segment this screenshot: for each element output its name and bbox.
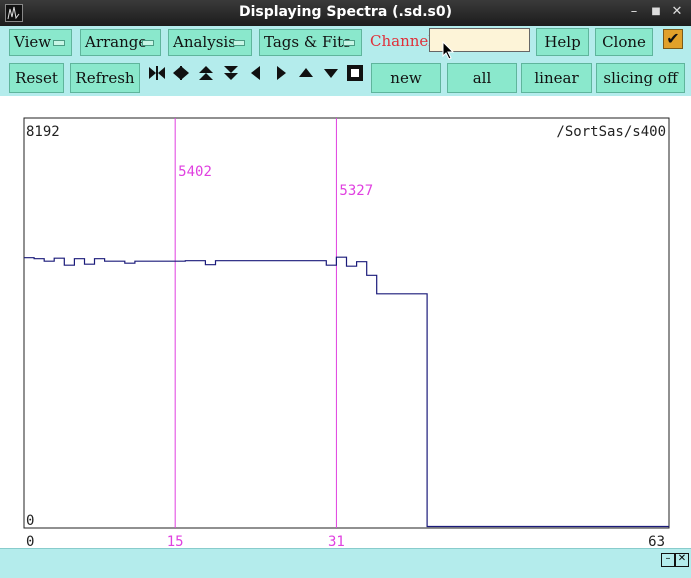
channel-label: Channel:: [370, 32, 439, 50]
maximize-icon[interactable]: ■: [648, 4, 664, 20]
menu-indicator-icon: [53, 40, 65, 46]
shift-down-icon[interactable]: [321, 63, 341, 83]
menu-arrange-label: Arrange: [85, 33, 148, 51]
spectrum-plot[interactable]: 8192 0 /SortSas/s400 5402 5327 0 15 31 63: [0, 96, 691, 550]
clone-button[interactable]: Clone: [595, 28, 653, 56]
plot-area[interactable]: 8192 0 /SortSas/s400 5402 5327 0 15 31 63: [0, 96, 691, 550]
spectrum-name: /SortSas/s400: [556, 124, 666, 140]
x-tick-label: 0: [26, 534, 34, 548]
full-view-icon[interactable]: [345, 63, 365, 83]
compress-horizontal-icon[interactable]: [171, 63, 191, 83]
close-icon[interactable]: ✕: [669, 4, 685, 20]
expand-vertical-icon[interactable]: [196, 63, 216, 83]
close-panel-icon[interactable]: ✕: [675, 553, 689, 567]
status-bar: [0, 548, 691, 578]
x-tick-label: 63: [648, 534, 665, 548]
compress-vertical-icon[interactable]: [221, 63, 241, 83]
reset-button[interactable]: Reset: [9, 63, 64, 93]
help-button[interactable]: Help: [536, 28, 589, 56]
shift-left-icon[interactable]: [246, 63, 266, 83]
minimize-panel-icon[interactable]: –: [661, 553, 675, 567]
menu-tags-fits-label: Tags & Fits: [264, 33, 351, 51]
menu-indicator-icon: [142, 40, 154, 46]
x-tick-label: 15: [167, 534, 184, 548]
new-button[interactable]: new: [371, 63, 441, 93]
menu-indicator-icon: [343, 40, 355, 46]
menu-analysis[interactable]: Analysis: [168, 29, 252, 56]
menu-arrange[interactable]: Arrange: [80, 29, 161, 56]
menu-view-label: View: [14, 33, 52, 51]
menu-tags-fits[interactable]: Tags & Fits: [259, 29, 362, 56]
title-bar: Displaying Spectra (.sd.s0) – ■ ✕: [0, 0, 691, 26]
checkmark-icon: ✔: [666, 29, 680, 48]
shift-right-icon[interactable]: [271, 63, 291, 83]
shift-up-icon[interactable]: [296, 63, 316, 83]
marker-value-label: 5327: [339, 183, 373, 199]
menu-view[interactable]: View: [9, 29, 72, 56]
y-min-label: 0: [26, 513, 34, 529]
all-button[interactable]: all: [447, 63, 517, 93]
expand-horizontal-icon[interactable]: [147, 63, 167, 83]
menu-analysis-label: Analysis: [173, 33, 236, 51]
linear-button[interactable]: linear: [521, 63, 592, 93]
checkbox[interactable]: ✔: [663, 29, 683, 49]
mouse-cursor-icon: [442, 41, 454, 60]
x-tick-label: 31: [328, 534, 345, 548]
marker-value-label: 5402: [178, 164, 212, 180]
y-max-label: 8192: [26, 124, 60, 140]
menu-indicator-icon: [233, 40, 245, 46]
refresh-button[interactable]: Refresh: [70, 63, 140, 93]
minimize-icon[interactable]: –: [626, 4, 642, 20]
slicing-button[interactable]: slicing off: [596, 63, 685, 93]
window-title: Displaying Spectra (.sd.s0): [238, 4, 453, 20]
plot-frame: [23, 117, 670, 529]
